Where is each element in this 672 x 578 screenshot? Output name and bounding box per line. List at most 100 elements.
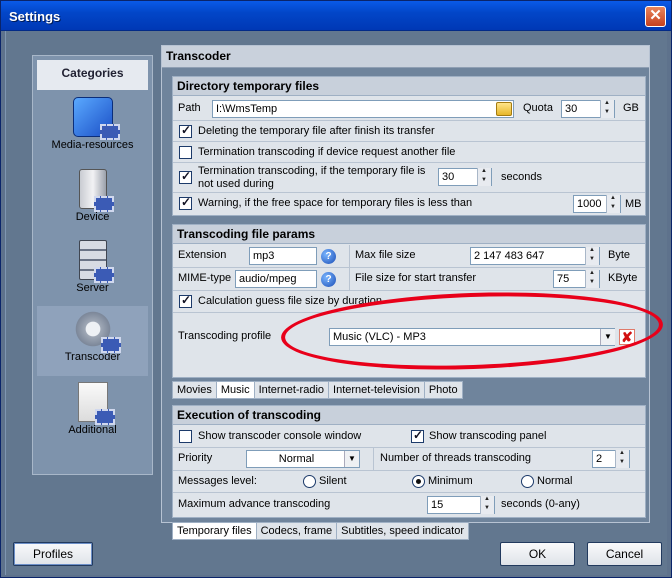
help-icon[interactable]: ? [321,272,336,287]
tab-music[interactable]: Music [216,381,255,399]
advance-row: Maximum advance transcoding 15 seconds (… [173,493,645,517]
terminate-seconds-spinner[interactable] [477,168,491,186]
panel-label: Show transcoding panel [429,430,547,442]
chevron-down-icon[interactable]: ▼ [344,451,359,467]
categories-header: Categories [37,60,148,90]
transcoder-icon [72,309,121,353]
group-title: Transcoding file params [173,225,645,244]
media-resources-icon [72,97,120,140]
quota-label: Quota [523,102,553,114]
start-size-spinner[interactable] [585,270,599,288]
mime-input[interactable]: audio/mpeg [235,270,317,288]
advance-unit: seconds (0-any) [501,498,580,510]
warning-checkbox[interactable] [179,195,192,210]
group-title: Directory temporary files [173,77,645,96]
chevron-down-icon[interactable]: ▼ [600,329,615,345]
terminate-request-row: Termination transcoding if device reques… [173,142,645,163]
extension-row: Extension mp3 ? Max file size 2 147 483 … [173,245,645,268]
delete-profile-icon[interactable]: ✘ [619,329,635,345]
calc-guess-row: Calculation guess file size by duration [173,291,645,313]
threads-spinner[interactable] [615,450,629,468]
terminate-request-label: Termination transcoding if device reques… [198,146,456,158]
silent-label: Silent [319,475,347,487]
mb-unit: MB [625,198,642,210]
threads-label: Number of threads transcoding [380,452,532,464]
category-label: Additional [68,424,117,436]
window-title: Settings [9,9,61,24]
priority-label: Priority [178,452,213,464]
directory-group: Directory temporary files Path I:\WmsTem… [172,76,646,216]
profiles-button[interactable]: Profiles [13,542,93,566]
transcoder-panel: Transcoder Directory temporary files Pat… [161,45,650,540]
console-checkbox[interactable] [179,430,192,443]
messages-label: Messages level: [178,475,257,487]
advance-spinner[interactable] [480,496,494,514]
warning-mb-spinner[interactable] [606,195,620,213]
delete-row: Deleting the temporary file after finish… [173,121,645,142]
silent-radio[interactable] [303,475,316,488]
client-area: Categories Media-resources Device Server… [5,31,667,575]
server-icon [78,240,114,283]
settings-section-tabs: Temporary files Codecs, frame Subtitles,… [172,522,470,540]
terminate-unused-label-2: not used during [198,178,274,190]
title-bar: Settings ✕ [1,1,671,31]
tab-movies[interactable]: Movies [172,381,217,399]
category-label: Media-resources [51,139,134,151]
params-group: Transcoding file params Extension mp3 ? … [172,224,646,378]
terminate-request-checkbox[interactable] [179,146,192,159]
minimum-radio[interactable] [412,475,425,488]
normal-label: Normal [537,475,573,487]
max-size-input[interactable]: 2 147 483 647 [470,247,600,265]
categories-panel: Categories Media-resources Device Server… [32,55,153,475]
tab-internet-radio[interactable]: Internet-radio [254,381,330,399]
terminate-unused-checkbox[interactable] [179,169,192,184]
normal-radio[interactable] [521,475,534,488]
terminate-unused-row: Termination transcoding, if the temporar… [173,163,645,193]
close-button[interactable]: ✕ [645,6,666,27]
warning-row: Warning, if the free space for temporary… [173,193,645,215]
category-device[interactable]: Device [37,166,148,236]
panel-title: Transcoder [162,46,649,68]
help-icon[interactable]: ? [321,249,336,264]
device-icon [78,169,114,212]
category-additional[interactable]: Additional [37,379,148,449]
tab-photo[interactable]: Photo [424,381,463,399]
divider [373,448,374,471]
category-media-resources[interactable]: Media-resources [37,94,148,164]
tab-internet-television[interactable]: Internet-television [329,381,425,399]
cancel-button[interactable]: Cancel [587,542,662,566]
start-size-label: File size for start transfer [355,272,477,284]
advance-label: Maximum advance transcoding [178,498,331,510]
tab-codecs-frame[interactable]: Codecs, frame [256,522,338,540]
panel-checkbox[interactable] [411,428,424,443]
category-label: Device [75,211,110,223]
byte-unit: Byte [608,249,631,261]
path-row: Path I:\WmsTemp Quota 30 GB [173,97,645,121]
priority-select[interactable]: Normal [246,450,360,468]
execution-group: Execution of transcoding Show transcoder… [172,405,646,518]
category-label: Server [76,282,109,294]
priority-row: Priority Normal ▼ Number of threads tran… [173,448,645,471]
delete-label: Deleting the temporary file after finish… [198,125,435,137]
tab-temporary-files[interactable]: Temporary files [172,522,257,540]
settings-window: Settings ✕ Categories Media-resources De… [0,0,672,578]
extension-input[interactable]: mp3 [249,247,317,265]
profile-label: Transcoding profile [178,330,272,342]
console-row: Show transcoder console window Show tran… [173,426,645,448]
additional-icon [77,382,115,425]
quota-spinner[interactable] [600,100,614,118]
tab-subtitles-speed[interactable]: Subtitles, speed indicator [337,522,470,540]
folder-icon[interactable] [496,102,512,116]
profile-select[interactable]: Music (VLC) - MP3 [329,328,615,346]
calc-guess-checkbox[interactable] [179,293,192,308]
ok-button[interactable]: OK [500,542,575,566]
seconds-unit: seconds [501,171,542,183]
path-input[interactable]: I:\WmsTemp [212,100,514,118]
category-server[interactable]: Server [37,237,148,307]
warning-label: Warning, if the free space for temporary… [198,197,473,209]
category-transcoder[interactable]: Transcoder [37,306,148,376]
max-size-spinner[interactable] [585,247,599,265]
extension-label: Extension [178,249,227,261]
delete-checkbox[interactable] [179,123,192,138]
messages-row: Messages level: Silent Minimum Normal [173,471,645,493]
